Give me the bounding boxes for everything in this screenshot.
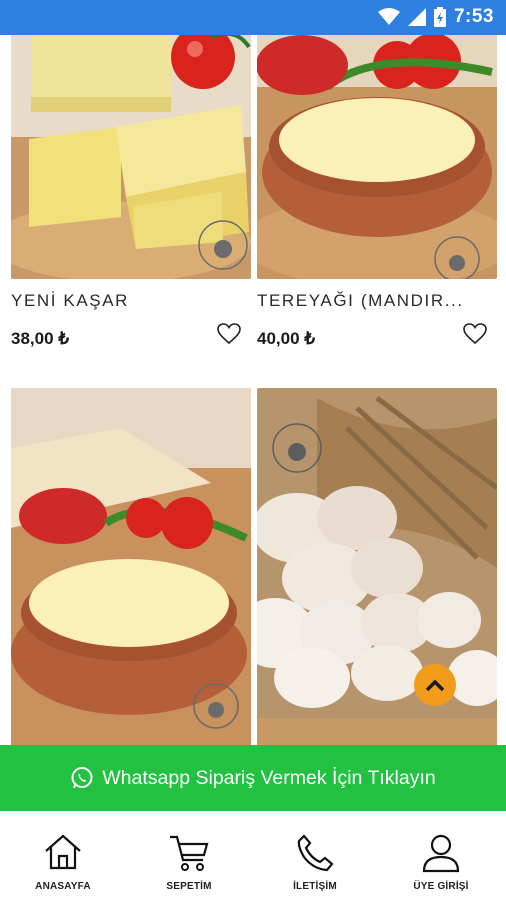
product-card[interactable] xyxy=(257,388,497,745)
product-card[interactable] xyxy=(11,388,251,745)
clock: 7:53 xyxy=(453,6,494,27)
heart-icon[interactable] xyxy=(463,323,487,345)
cart-icon xyxy=(170,835,209,871)
nav-item-contact[interactable]: İLETİŞİM xyxy=(252,811,378,900)
signal-icon xyxy=(407,8,426,26)
nav-item-home[interactable]: ANASAYFA xyxy=(0,811,126,900)
battery-icon xyxy=(433,7,446,27)
product-price: 38,00 ₺ xyxy=(11,329,70,348)
bottom-nav: ANASAYFA SEPETİM İLETİŞİM ÜYE GİRİŞİ xyxy=(0,811,506,900)
product-name[interactable]: TEREYAĞI (MANDIR... xyxy=(257,291,487,311)
product-card[interactable]: TEREYAĞI (MANDIR... 40,00 ₺ xyxy=(257,35,497,348)
nav-label: ANASAYFA xyxy=(35,881,91,892)
nav-label: SEPETİM xyxy=(166,881,212,892)
product-grid: YENİ KAŞAR 38,00 ₺ TEREYAĞI (MANDIR... 4… xyxy=(0,35,506,745)
product-name[interactable]: YENİ KAŞAR xyxy=(11,291,241,311)
chevron-up-icon xyxy=(425,679,445,692)
home-icon xyxy=(45,834,81,870)
whatsapp-label: Whatsapp Sipariş Vermek İçin Tıklayın xyxy=(102,766,436,789)
product-card[interactable]: YENİ KAŞAR 38,00 ₺ xyxy=(11,35,251,348)
product-image[interactable] xyxy=(11,388,251,745)
nav-label: İLETİŞİM xyxy=(293,881,337,892)
scroll-top-button[interactable] xyxy=(414,664,456,706)
whatsapp-icon xyxy=(71,767,93,789)
nav-item-cart[interactable]: SEPETİM xyxy=(126,811,252,900)
nav-label: ÜYE GİRİŞİ xyxy=(413,881,469,892)
whatsapp-order-button[interactable]: Whatsapp Sipariş Vermek İçin Tıklayın xyxy=(0,745,506,811)
phone-icon xyxy=(297,834,334,872)
user-icon xyxy=(422,834,460,873)
product-price: 40,00 ₺ xyxy=(257,329,316,348)
product-image[interactable] xyxy=(257,35,497,279)
nav-item-login[interactable]: ÜYE GİRİŞİ xyxy=(378,811,504,900)
product-image[interactable] xyxy=(257,388,497,745)
wifi-icon xyxy=(377,8,400,25)
status-bar: 7:53 xyxy=(0,0,506,35)
product-image[interactable] xyxy=(11,35,251,279)
status-icons: 7:53 xyxy=(377,6,494,28)
heart-icon[interactable] xyxy=(217,323,241,345)
